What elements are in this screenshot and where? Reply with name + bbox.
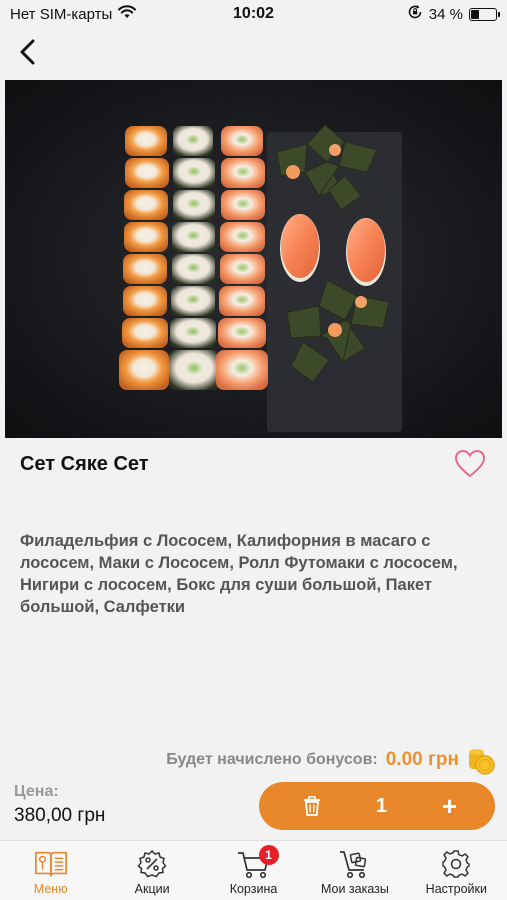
status-left: Нет SIM-карты [10,5,180,23]
battery-icon [468,7,500,21]
favorite-button[interactable] [454,449,486,479]
product-title: Сет Сяке Сет [20,453,149,475]
gear-icon [439,849,473,879]
status-right: 34 % [327,4,500,24]
tab-promotions[interactable]: Акции [101,841,202,900]
tab-cart[interactable]: 1 Корзина [203,841,304,900]
tab-label-my-orders: Мои заказы [320,882,389,896]
price-value: 380,00 грн [14,805,106,826]
tab-bar: Меню Акции 1 Корзина Мои заказы Настройк… [0,840,507,900]
tab-label-promotions: Акции [134,882,170,896]
cart-badge: 1 [258,845,279,865]
bonus-value: 0.00 грн [385,749,459,770]
status-bar: Нет SIM-карты 10:02 34 % [0,0,507,28]
orders-icon [338,849,372,879]
price-label: Цена: [14,783,59,800]
carrier-text: Нет SIM-карты [10,5,113,23]
cart-icon: 1 [237,845,279,879]
quantity-value: 1 [375,794,387,817]
heart-icon [454,449,486,478]
bonus-row: Будет начислено бонусов: 0.00 грн [166,745,495,775]
product-description: Филадельфия с Лососем, Калифорния в маса… [20,532,458,616]
tab-settings[interactable]: Настройки [406,841,507,900]
battery-percent: 34 % [428,5,463,23]
chevron-left-icon [20,39,35,65]
back-button[interactable] [10,34,46,70]
tab-label-menu: Меню [33,882,68,896]
tab-my-orders[interactable]: Мои заказы [304,841,405,900]
product-photo [5,80,502,438]
orientation-lock-icon [407,4,423,24]
sushi-illustration [119,124,390,390]
remove-from-cart-button[interactable] [303,796,321,816]
nav-bar [0,28,507,78]
menu-book-icon [34,849,68,879]
coins-icon [467,747,495,775]
discount-icon [135,849,169,879]
quantity-stepper: 1 + [259,782,495,830]
status-time: 10:02 [233,5,274,22]
tab-menu[interactable]: Меню [0,841,101,900]
tab-label-settings: Настройки [425,882,487,896]
tab-label-cart: Корзина [229,882,278,896]
bonus-label: Будет начислено бонусов: [166,751,378,768]
increase-quantity-button[interactable]: + [442,793,457,819]
trash-icon [304,796,320,816]
wifi-icon [118,5,137,23]
battery-level [470,9,480,19]
